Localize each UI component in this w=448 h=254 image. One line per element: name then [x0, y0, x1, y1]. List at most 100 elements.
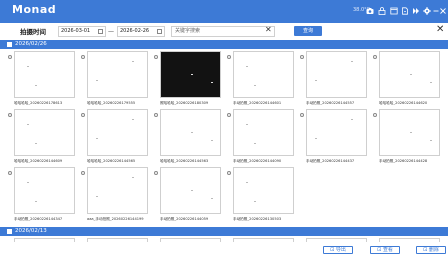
photo-thumbnail[interactable]	[379, 51, 440, 98]
photo-item[interactable]: 哈哈哈哈_20260226144565	[81, 107, 151, 169]
photo-select-radio[interactable]	[227, 55, 231, 59]
group-date: 2026/02/26	[15, 41, 47, 47]
calendar-icon[interactable]	[157, 29, 162, 34]
photo-thumbnail[interactable]	[233, 238, 294, 242]
group-header: 2026/02/13	[0, 227, 448, 236]
app-logo: Monad	[12, 3, 57, 16]
photo-item[interactable]: 手动拍照_20260226130503	[227, 165, 297, 227]
photo-caption: aaa_手动拍照_20260226144199	[87, 217, 144, 221]
start-date-input[interactable]: 2026-03-01	[58, 26, 106, 37]
search-input[interactable]: 关键字搜索	[171, 26, 275, 37]
photo-select-radio[interactable]	[81, 171, 85, 175]
photo-item[interactable]: 手动拍照_20260226144090	[227, 107, 297, 169]
photo-thumbnail[interactable]	[306, 51, 367, 98]
photo-thumbnail[interactable]	[306, 109, 367, 156]
group-select-checkbox[interactable]	[7, 42, 12, 47]
photo-item[interactable]: aaa_手动拍照_20260226144199	[81, 165, 151, 227]
photo-thumbnail[interactable]	[87, 109, 148, 156]
photo-item[interactable]: 哈哈哈哈_20260226179555	[81, 49, 151, 111]
end-date-value: 2026-02-26	[120, 28, 150, 34]
search-placeholder: 关键字搜索	[175, 28, 201, 34]
photo-item[interactable]: 照哈哈哈_20260226180309	[154, 49, 224, 111]
photo-select-radio[interactable]	[8, 55, 12, 59]
close-icon[interactable]	[440, 7, 446, 15]
photo-thumbnail[interactable]	[87, 51, 148, 98]
photo-thumbnail[interactable]	[14, 109, 75, 156]
photo-thumbnail[interactable]	[379, 109, 440, 156]
photo-item[interactable]: 哈哈哈哈_20260226178613	[8, 49, 78, 111]
photo-caption: 哈哈哈哈_20260226179555	[87, 101, 136, 105]
photo-select-radio[interactable]	[154, 55, 158, 59]
photo-caption: 手动拍照_20260226144428	[379, 159, 428, 163]
photo-thumbnail[interactable]	[14, 238, 75, 242]
photo-select-radio[interactable]	[227, 113, 231, 117]
end-date-input[interactable]: 2026-02-26	[117, 26, 165, 37]
export-file-icon[interactable]	[401, 7, 409, 15]
photo-caption: 哈哈哈哈_20260226144620	[379, 101, 428, 105]
photo-caption: 手动拍照_20260226144601	[233, 101, 282, 105]
photo-thumbnail[interactable]	[160, 109, 221, 156]
delete-icon: ⊡	[423, 247, 428, 253]
settings-icon[interactable]	[423, 7, 431, 15]
photo-select-radio[interactable]	[8, 171, 12, 175]
group-header: 2026/02/26	[0, 40, 448, 49]
photo-thumbnail[interactable]	[379, 238, 440, 242]
photo-select-radio[interactable]	[154, 113, 158, 117]
query-button[interactable]: 查询	[294, 26, 322, 36]
photo-item[interactable]: 哈哈哈哈_20260226144563	[154, 107, 224, 169]
title-bar: Monad 38.0°C	[0, 0, 448, 23]
forward-icon[interactable]	[412, 7, 420, 15]
photo-caption: 哈哈哈哈_20260226178613	[14, 101, 63, 105]
photo-thumbnail[interactable]	[233, 109, 294, 156]
photo-thumbnail[interactable]	[233, 51, 294, 98]
photo-item[interactable]: 手动拍照_20260226144601	[227, 49, 297, 111]
photo-select-radio[interactable]	[373, 113, 377, 117]
photo-item[interactable]: 手动拍照_20260226144059	[154, 165, 224, 227]
start-date-value: 2026-03-01	[61, 28, 91, 34]
photo-caption: 手动拍照_20260226144347	[14, 217, 63, 221]
group-select-checkbox[interactable]	[7, 229, 12, 234]
photo-select-radio[interactable]	[300, 55, 304, 59]
photo-select-radio[interactable]	[81, 55, 85, 59]
group-date: 2026/02/13	[15, 228, 47, 234]
photo-caption: 手动拍照_20260226144059	[160, 217, 209, 221]
photo-caption: 手动拍照_20260226144090	[233, 159, 282, 163]
export-label: 导出	[335, 247, 346, 253]
photo-thumbnail[interactable]	[14, 51, 75, 98]
minimize-icon[interactable]	[433, 7, 439, 15]
close-panel-icon[interactable]: ✕	[436, 24, 444, 35]
photo-thumbnail[interactable]	[160, 51, 221, 98]
view-icon: ⊡	[377, 247, 382, 253]
export-icon: ⊡	[330, 247, 335, 253]
camera-icon[interactable]	[366, 7, 374, 15]
photo-select-radio[interactable]	[300, 113, 304, 117]
filter-bar: 拍摄时间 2026-03-01 — 2026-02-26 关键字搜索 ✕ 查询 …	[0, 23, 448, 40]
photo-thumbnail[interactable]	[87, 238, 148, 242]
photo-item[interactable]: 哈哈哈哈_20260226144609	[8, 107, 78, 169]
photo-select-radio[interactable]	[81, 113, 85, 117]
photo-item[interactable]: 手动拍照_20260226144428	[373, 107, 443, 169]
photo-caption: 哈哈哈哈_20260226144563	[160, 159, 209, 163]
photo-thumbnail[interactable]	[160, 238, 221, 242]
photo-item[interactable]: 手动拍照_20260226144557	[300, 49, 370, 111]
calendar-icon[interactable]	[98, 29, 103, 34]
photo-item[interactable]: 手动拍照_20260226144347	[8, 165, 78, 227]
photo-thumbnail[interactable]	[306, 238, 367, 242]
photo-select-radio[interactable]	[373, 55, 377, 59]
photo-caption: 手动拍照_20260226144437	[306, 159, 355, 163]
photo-select-radio[interactable]	[8, 113, 12, 117]
photo-caption: 手动拍照_20260226130503	[233, 217, 282, 221]
photo-item[interactable]: 手动拍照_20260226144437	[300, 107, 370, 169]
clear-search-icon[interactable]: ✕	[265, 25, 272, 34]
photo-thumbnail[interactable]	[160, 167, 221, 214]
window-icon[interactable]	[390, 7, 398, 15]
photo-caption: 照哈哈哈_20260226180309	[160, 101, 209, 105]
photo-caption: 手动拍照_20260226144557	[306, 101, 355, 105]
photo-thumbnail[interactable]	[14, 167, 75, 214]
photo-thumbnail[interactable]	[87, 167, 148, 214]
lock-icon[interactable]	[378, 7, 386, 15]
photo-item[interactable]: 哈哈哈哈_20260226144620	[373, 49, 443, 111]
photo-thumbnail[interactable]	[233, 167, 294, 214]
photo-select-radio[interactable]	[227, 171, 231, 175]
photo-select-radio[interactable]	[154, 171, 158, 175]
